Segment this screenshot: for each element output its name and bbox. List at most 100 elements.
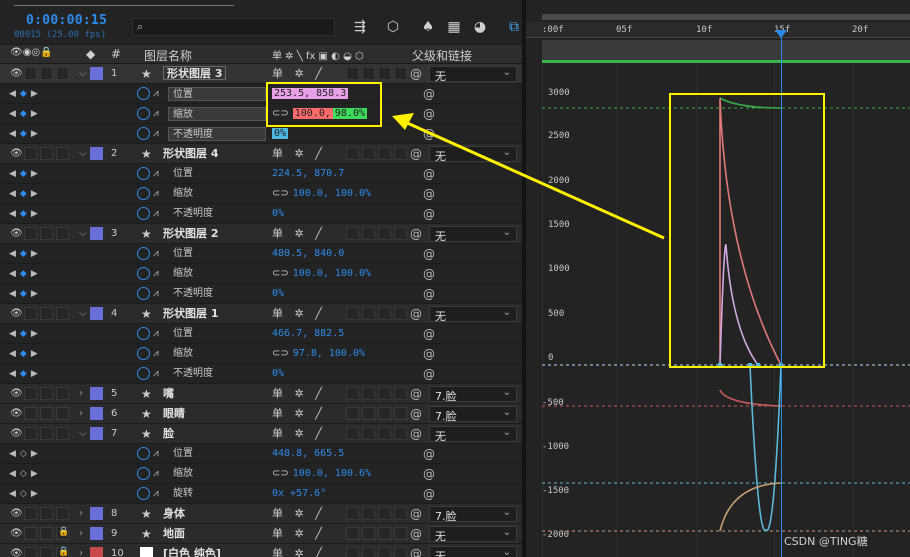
switch-box[interactable] xyxy=(378,507,391,520)
chevron-down-icon[interactable]: ⌵ xyxy=(79,427,89,441)
pickwhip-icon[interactable]: @ xyxy=(410,547,422,557)
audio-toggle[interactable] xyxy=(40,307,53,320)
switch-box[interactable] xyxy=(362,427,375,440)
layer-row[interactable]: 👁 ⌵ 3 ★ 形状图层 2单 ✲ ╱ @ 无 ⌄ xyxy=(0,224,522,244)
lock-toggle[interactable] xyxy=(56,507,69,520)
chevron-down-icon[interactable]: ⌵ xyxy=(79,307,89,321)
switch-box[interactable] xyxy=(362,67,375,80)
search-input[interactable]: ⌕ xyxy=(132,18,335,36)
lock-toggle[interactable] xyxy=(56,427,69,440)
keyframe-navigator[interactable]: ◀◆▶ xyxy=(9,267,55,281)
solo-toggle[interactable] xyxy=(24,147,37,160)
parent-select[interactable]: 无 ⌄ xyxy=(429,526,517,543)
parent-select[interactable]: 7.脸 ⌄ xyxy=(429,386,517,403)
keyframe-navigator[interactable]: ◀◇▶ xyxy=(9,467,55,481)
motion-blur-icon[interactable]: ◕ xyxy=(469,16,491,38)
pickwhip-icon[interactable]: @ xyxy=(410,67,422,81)
keyframe-diamond-icon[interactable]: ◆ xyxy=(20,269,31,279)
keyframe-navigator[interactable]: ◀◇▶ xyxy=(9,487,55,501)
property-row[interactable]: ◀◆▶ ⩘ 不透明度 0% @ xyxy=(0,124,522,144)
keyframe-diamond-icon[interactable]: ◆ xyxy=(20,349,31,359)
switch-box[interactable] xyxy=(346,67,359,80)
pickwhip-icon[interactable]: @ xyxy=(410,147,422,161)
switch-box[interactable] xyxy=(378,307,391,320)
chevron-down-icon[interactable]: ⌵ xyxy=(79,227,89,241)
graph-toggle-icon[interactable]: ⩘ xyxy=(153,287,165,301)
switch-box[interactable] xyxy=(378,387,391,400)
layer-switches[interactable]: 单 ✲ ╱ xyxy=(272,307,326,321)
label-color[interactable] xyxy=(90,507,103,520)
expression-pickwhip-icon[interactable]: @ xyxy=(423,347,435,361)
layer-row[interactable]: 👁 ⌵ 4 ★ 形状图层 1单 ✲ ╱ @ 无 ⌄ xyxy=(0,304,522,324)
property-row[interactable]: ◀◆▶ ⩘ 不透明度 0% @ xyxy=(0,284,522,304)
stopwatch-icon[interactable] xyxy=(137,127,150,140)
timecode-display[interactable]: 0:00:00:15 xyxy=(26,13,107,28)
keyframe-navigator[interactable]: ◀◆▶ xyxy=(9,207,55,221)
layer-name[interactable]: 形状图层 3 xyxy=(163,66,227,80)
stopwatch-icon[interactable] xyxy=(137,487,150,500)
pickwhip-icon[interactable]: @ xyxy=(410,407,422,421)
switch-box[interactable] xyxy=(362,527,375,540)
property-value[interactable]: 224.5, 870.7 xyxy=(272,168,344,179)
chevron-right-icon[interactable]: › xyxy=(79,387,89,401)
eye-icon[interactable]: 👁 xyxy=(10,527,23,541)
layer-switches[interactable]: 单 ✲ ╱ xyxy=(272,387,326,401)
lock-toggle[interactable] xyxy=(56,407,69,420)
switch-box[interactable] xyxy=(346,307,359,320)
label-color[interactable] xyxy=(90,147,103,160)
property-row[interactable]: ◀◆▶ ⩘ 缩放 ⊂⊃ 100.0, 100.0% @ xyxy=(0,184,522,204)
property-value[interactable]: 100.0, 100.0% xyxy=(293,188,371,199)
audio-toggle[interactable] xyxy=(40,67,53,80)
switch-box[interactable] xyxy=(378,147,391,160)
graph-toggle-icon[interactable]: ⩘ xyxy=(153,247,165,261)
expression-pickwhip-icon[interactable]: @ xyxy=(423,107,435,121)
lock-toggle[interactable] xyxy=(56,387,69,400)
keyframe-diamond-icon[interactable]: ◆ xyxy=(20,189,31,199)
stopwatch-icon[interactable] xyxy=(137,347,150,360)
parent-select[interactable]: 无 ⌄ xyxy=(429,546,517,557)
parent-select[interactable]: 7.脸 ⌄ xyxy=(429,406,517,423)
keyframe-diamond-icon[interactable]: ◇ xyxy=(20,469,31,479)
chevron-right-icon[interactable]: › xyxy=(79,527,89,541)
keyframe-navigator[interactable]: ◀◆▶ xyxy=(9,247,55,261)
property-row[interactable]: ◀◆▶ ⩘ 位置 253.5, 858.3 @ xyxy=(0,84,522,104)
pickwhip-icon[interactable]: @ xyxy=(410,427,422,441)
switch-box[interactable] xyxy=(378,427,391,440)
current-time-indicator[interactable] xyxy=(775,30,787,38)
switch-box[interactable] xyxy=(346,427,359,440)
keyframe-diamond-icon[interactable]: ◆ xyxy=(20,109,31,119)
audio-toggle[interactable] xyxy=(40,227,53,240)
layer-switches[interactable]: 单 ✲ ╱ xyxy=(272,407,326,421)
property-row[interactable]: ◀◆▶ ⩘ 位置 224.5, 870.7 @ xyxy=(0,164,522,184)
layer-row[interactable]: 👁 › 6 ★ 眼睛 单 ✲ ╱ @7.脸 ⌄ xyxy=(0,404,522,424)
stopwatch-icon[interactable] xyxy=(137,287,150,300)
property-value-group[interactable]: 0% xyxy=(272,287,284,301)
switch-box[interactable] xyxy=(362,547,375,557)
stopwatch-icon[interactable] xyxy=(137,167,150,180)
layer-switches[interactable]: 单 ✲ ╱ xyxy=(272,527,326,541)
pickwhip-icon[interactable]: @ xyxy=(410,307,422,321)
parent-select[interactable]: 无 ⌄ xyxy=(429,66,517,83)
layer-name[interactable]: 嘴 xyxy=(163,387,174,401)
switch-box[interactable] xyxy=(362,407,375,420)
layer-row[interactable]: 👁 › 8 ★ 身体 单 ✲ ╱ @7.脸 ⌄ xyxy=(0,504,522,524)
layer-name[interactable]: 形状图层 1 xyxy=(163,307,218,321)
layer-name[interactable]: 地面 xyxy=(163,527,185,541)
eye-icon[interactable]: 👁 xyxy=(10,67,23,81)
property-value-group[interactable]: 0x +57.6° xyxy=(272,487,326,501)
switch-box[interactable] xyxy=(394,227,407,240)
solo-toggle[interactable] xyxy=(24,227,37,240)
chevron-down-icon[interactable]: ⌵ xyxy=(79,147,89,161)
audio-toggle[interactable] xyxy=(40,427,53,440)
stopwatch-icon[interactable] xyxy=(137,107,150,120)
property-row[interactable]: ◀◇▶ ⩘ 旋转 0x +57.6° @ xyxy=(0,484,522,504)
keyframe-diamond-icon[interactable]: ◆ xyxy=(20,89,31,99)
solo-toggle[interactable] xyxy=(24,307,37,320)
property-value[interactable]: 0% xyxy=(272,288,284,299)
switch-box[interactable] xyxy=(394,147,407,160)
audio-toggle[interactable] xyxy=(40,527,53,540)
parent-select[interactable]: 无 ⌄ xyxy=(429,226,517,243)
stopwatch-icon[interactable] xyxy=(137,367,150,380)
graph-editor-icon[interactable]: ⧉ xyxy=(503,16,522,38)
graph-toggle-icon[interactable]: ⩘ xyxy=(153,347,165,361)
